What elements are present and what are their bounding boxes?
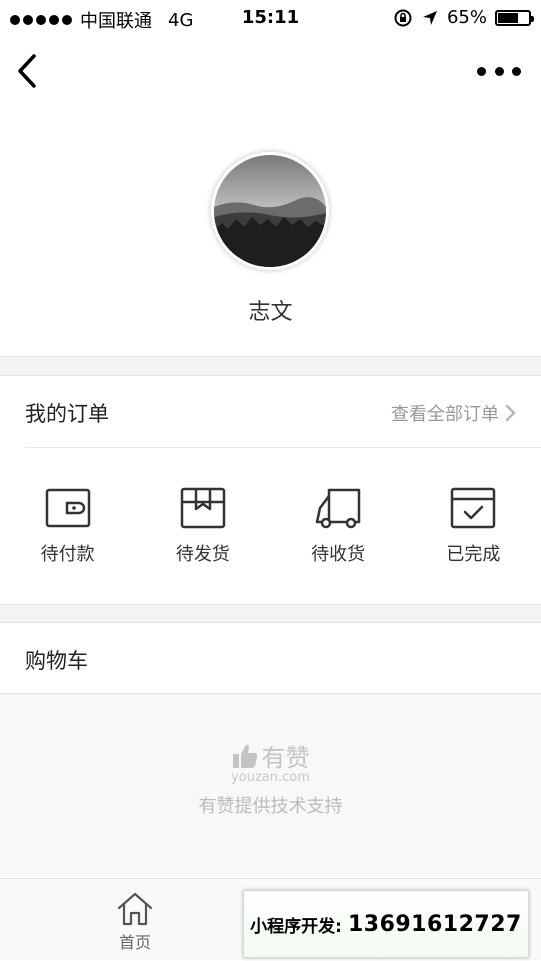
battery-icon bbox=[495, 9, 534, 26]
view-all-orders-label: 查看全部订单 bbox=[391, 404, 499, 425]
order-status-pending-receipt[interactable]: 待收货 bbox=[271, 486, 406, 566]
order-status-completed[interactable]: 已完成 bbox=[406, 486, 541, 566]
package-icon bbox=[180, 487, 226, 529]
rotation-lock-icon bbox=[394, 9, 412, 26]
orders-section: 我的订单 查看全部订单 待付款 待发货 待收货 已完成 bbox=[0, 376, 541, 604]
back-button[interactable] bbox=[14, 52, 44, 90]
order-status-label: 待收货 bbox=[311, 544, 366, 565]
promo-label: 小程序开发: bbox=[250, 916, 342, 937]
home-icon bbox=[117, 892, 153, 926]
support-footer: 有赞 youzan.com 有赞提供技术支持 bbox=[0, 694, 541, 878]
status-right: 65% bbox=[393, 7, 534, 28]
navigation-bar bbox=[0, 36, 541, 106]
tab-home[interactable]: 首页 bbox=[100, 891, 170, 953]
location-arrow-icon bbox=[422, 10, 437, 25]
section-divider bbox=[0, 604, 541, 622]
chevron-left-icon bbox=[18, 54, 36, 88]
avatar-landscape-image bbox=[214, 155, 326, 267]
ellipsis-icon bbox=[477, 66, 486, 76]
orders-header[interactable]: 我的订单 查看全部订单 bbox=[25, 376, 541, 448]
more-button[interactable] bbox=[477, 56, 521, 86]
support-text: 有赞提供技术支持 bbox=[198, 796, 343, 817]
profile-section: 志文 bbox=[0, 106, 541, 356]
avatar[interactable] bbox=[211, 152, 329, 270]
order-status-label: 待付款 bbox=[40, 544, 95, 565]
order-status-label: 已完成 bbox=[446, 544, 501, 565]
thumbs-up-icon bbox=[232, 744, 257, 768]
order-status-pending-payment[interactable]: 待付款 bbox=[0, 486, 135, 566]
promo-banner: 小程序开发: 13691612727 bbox=[243, 890, 529, 958]
truck-icon bbox=[315, 488, 361, 529]
order-status-label: 待发货 bbox=[175, 544, 230, 565]
order-status-pending-shipment[interactable]: 待发货 bbox=[135, 486, 270, 566]
username: 志文 bbox=[248, 300, 293, 325]
brand-name: 有赞 bbox=[261, 744, 310, 772]
view-all-orders-link[interactable]: 查看全部订单 bbox=[391, 400, 517, 426]
status-bar: 中国联通 4G 15:11 65% bbox=[0, 0, 541, 36]
wallet-icon bbox=[45, 488, 90, 528]
brand-logo: 有赞 bbox=[0, 738, 541, 773]
shopping-cart-row[interactable]: 购物车 bbox=[0, 622, 541, 694]
brand-domain: youzan.com bbox=[231, 770, 310, 785]
chevron-right-icon bbox=[505, 404, 516, 422]
check-box-icon bbox=[451, 487, 496, 529]
promo-phone: 13691612727 bbox=[347, 911, 522, 937]
order-status-row: 待付款 待发货 待收货 已完成 bbox=[0, 486, 541, 566]
tab-home-label: 首页 bbox=[118, 933, 151, 952]
orders-title: 我的订单 bbox=[25, 402, 109, 426]
battery-percent: 65% bbox=[446, 7, 487, 28]
section-divider bbox=[0, 356, 541, 376]
cart-title: 购物车 bbox=[25, 649, 88, 673]
